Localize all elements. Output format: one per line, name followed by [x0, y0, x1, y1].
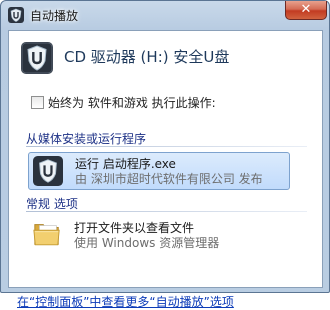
section-divider — [26, 211, 307, 212]
close-button[interactable]: ✕ — [285, 1, 327, 20]
section-header-media: 从媒体安装或运行程序 — [26, 132, 147, 146]
run-program-publisher: 由 深圳市超时代软件有限公司 发布 — [75, 172, 263, 186]
title-bar[interactable]: 自动播放 ✕ — [1, 1, 329, 29]
autoplay-window: 自动播放 ✕ CD 驱动器 (H:) 安全U盘 始终为 软件和游戏 执行此操作:… — [0, 0, 330, 309]
secure-usb-shield-icon — [21, 42, 53, 74]
autoplay-shield-icon — [8, 7, 24, 23]
section-header-general: 常规 选项 — [26, 197, 78, 211]
control-panel-link[interactable]: 在“控制面板”中查看更多“自动播放”选项 — [17, 293, 234, 310]
run-program-option[interactable]: 运行 启动程序.exe 由 深圳市超时代软件有限公司 发布 — [28, 152, 290, 190]
folder-icon — [33, 224, 60, 246]
open-folder-subtitle: 使用 Windows 资源管理器 — [74, 236, 220, 250]
always-label: 始终为 软件和游戏 执行此操作: — [48, 96, 216, 110]
section-divider — [26, 146, 307, 147]
close-icon: ✕ — [300, 2, 312, 17]
dialog-content: CD 驱动器 (H:) 安全U盘 始终为 软件和游戏 执行此操作: 从媒体安装或… — [8, 30, 323, 309]
open-folder-option[interactable]: 打开文件夹以查看文件 使用 Windows 资源管理器 — [28, 216, 290, 254]
secure-usb-shield-icon — [33, 156, 63, 186]
always-checkbox[interactable] — [31, 96, 44, 109]
drive-title: CD 驱动器 (H:) 安全U盘 — [64, 48, 230, 66]
window-title: 自动播放 — [30, 9, 79, 23]
